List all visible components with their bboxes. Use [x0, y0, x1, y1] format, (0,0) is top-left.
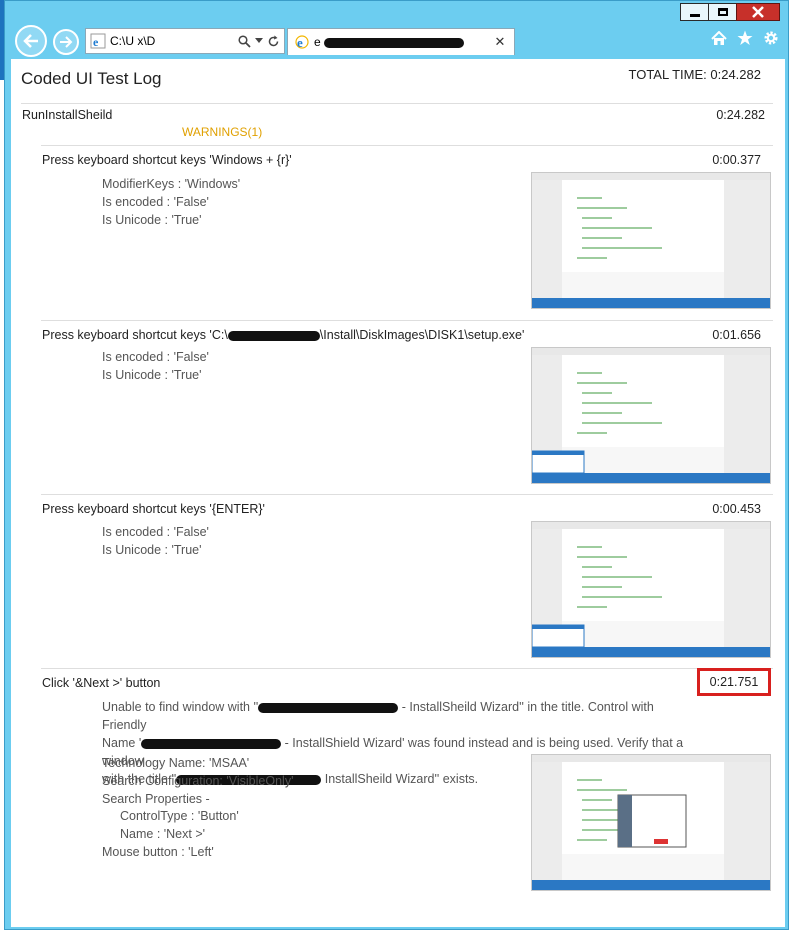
- tab-active[interactable]: e e ✕: [287, 28, 515, 55]
- warnings-link[interactable]: WARNINGS(1): [182, 125, 262, 139]
- step-property: Mouse button : 'Left': [102, 845, 214, 859]
- maximize-button[interactable]: [708, 3, 736, 21]
- step-property: Search Configuration: 'VisibleOnly': [102, 774, 294, 788]
- step-title: Press keyboard shortcut keys '{ENTER}': [42, 502, 265, 516]
- favorites-button[interactable]: [736, 29, 754, 47]
- step-title: Press keyboard shortcut keys 'Windows + …: [42, 153, 292, 167]
- address-bar[interactable]: e C:\U x\D: [85, 28, 285, 54]
- step-duration-highlighted: 0:21.751: [697, 668, 771, 696]
- minimize-button[interactable]: [680, 3, 708, 21]
- refresh-icon[interactable]: [267, 35, 280, 48]
- screenshot-thumbnail-image: [532, 348, 770, 483]
- back-button[interactable]: [15, 25, 47, 57]
- step-screenshot[interactable]: [531, 521, 771, 658]
- screenshot-thumbnail-image: [532, 522, 770, 657]
- test-name: RunInstallSheild: [22, 108, 113, 122]
- back-arrow-icon: [23, 34, 38, 48]
- address-icons: [238, 34, 284, 48]
- step-screenshot[interactable]: [531, 347, 771, 484]
- total-time: TOTAL TIME: 0:24.282: [628, 67, 761, 82]
- tab-close-button[interactable]: ✕: [492, 34, 508, 50]
- step-title: Click '&Next >' button: [42, 676, 161, 690]
- step-property: Technology Name: 'MSAA': [102, 756, 250, 770]
- step-property: Is Unicode : 'True': [102, 213, 202, 227]
- step-property: Is encoded : 'False': [102, 350, 209, 364]
- home-button[interactable]: [710, 29, 728, 47]
- step-property: Is Unicode : 'True': [102, 368, 202, 382]
- home-icon: [711, 30, 727, 45]
- divider: [21, 103, 773, 104]
- minimize-icon: [689, 13, 700, 17]
- page-content: Coded UI Test Log TOTAL TIME: 0:24.282 R…: [11, 59, 785, 927]
- step-property: ModifierKeys : 'Windows': [102, 177, 241, 191]
- maximize-icon: [717, 8, 728, 16]
- step-property: Is encoded : 'False': [102, 195, 209, 209]
- svg-text:e: e: [297, 35, 303, 50]
- screenshot-thumbnail-image: [532, 755, 770, 890]
- step-property: Is encoded : 'False': [102, 525, 209, 539]
- step-3: Press keyboard shortcut keys '{ENTER}' 0…: [31, 494, 776, 668]
- star-icon: [737, 30, 753, 45]
- settings-button[interactable]: [762, 29, 780, 47]
- screenshot-thumbnail-image: [532, 173, 770, 308]
- close-icon: [752, 6, 764, 18]
- svg-text:e: e: [93, 35, 99, 49]
- step-property: Name : 'Next >': [120, 827, 206, 841]
- step-4: Click '&Next >' button 0:21.751 Unable t…: [31, 668, 776, 908]
- step-screenshot[interactable]: [531, 172, 771, 309]
- page-title: Coded UI Test Log: [21, 69, 162, 88]
- tab-title: e: [314, 35, 492, 49]
- ie-page-icon: e: [90, 33, 106, 49]
- step-2: Press keyboard shortcut keys 'C:\ \Instal…: [31, 320, 776, 494]
- step-property: ControlType : 'Button': [120, 809, 239, 823]
- step-title: Press keyboard shortcut keys 'C:\ \Instal…: [42, 328, 525, 342]
- toolbar-icons: [710, 29, 780, 47]
- step-property: Is Unicode : 'True': [102, 543, 202, 557]
- search-icon[interactable]: [238, 34, 251, 48]
- navigation-bar: e C:\U x\D e e ✕: [5, 23, 788, 59]
- test-duration: 0:24.282: [716, 108, 765, 122]
- step-duration: 0:00.453: [712, 502, 761, 516]
- chevron-down-icon[interactable]: [255, 38, 263, 44]
- ie-tab-icon: e: [295, 35, 309, 50]
- step-screenshot[interactable]: [531, 754, 771, 891]
- step-duration: 0:01.656: [712, 328, 761, 342]
- forward-arrow-icon: [60, 36, 73, 48]
- address-url: C:\U x\D: [110, 34, 156, 48]
- forward-button[interactable]: [53, 29, 79, 55]
- gear-icon: [764, 31, 778, 45]
- step-duration: 0:00.377: [712, 153, 761, 167]
- close-button[interactable]: [736, 3, 780, 21]
- caption-buttons: [680, 3, 780, 21]
- step-property: Search Properties -: [102, 792, 210, 806]
- browser-window: e C:\U x\D e e ✕ Coded UI Test Log TOTAL…: [4, 0, 789, 930]
- step-1: Press keyboard shortcut keys 'Windows + …: [31, 145, 776, 320]
